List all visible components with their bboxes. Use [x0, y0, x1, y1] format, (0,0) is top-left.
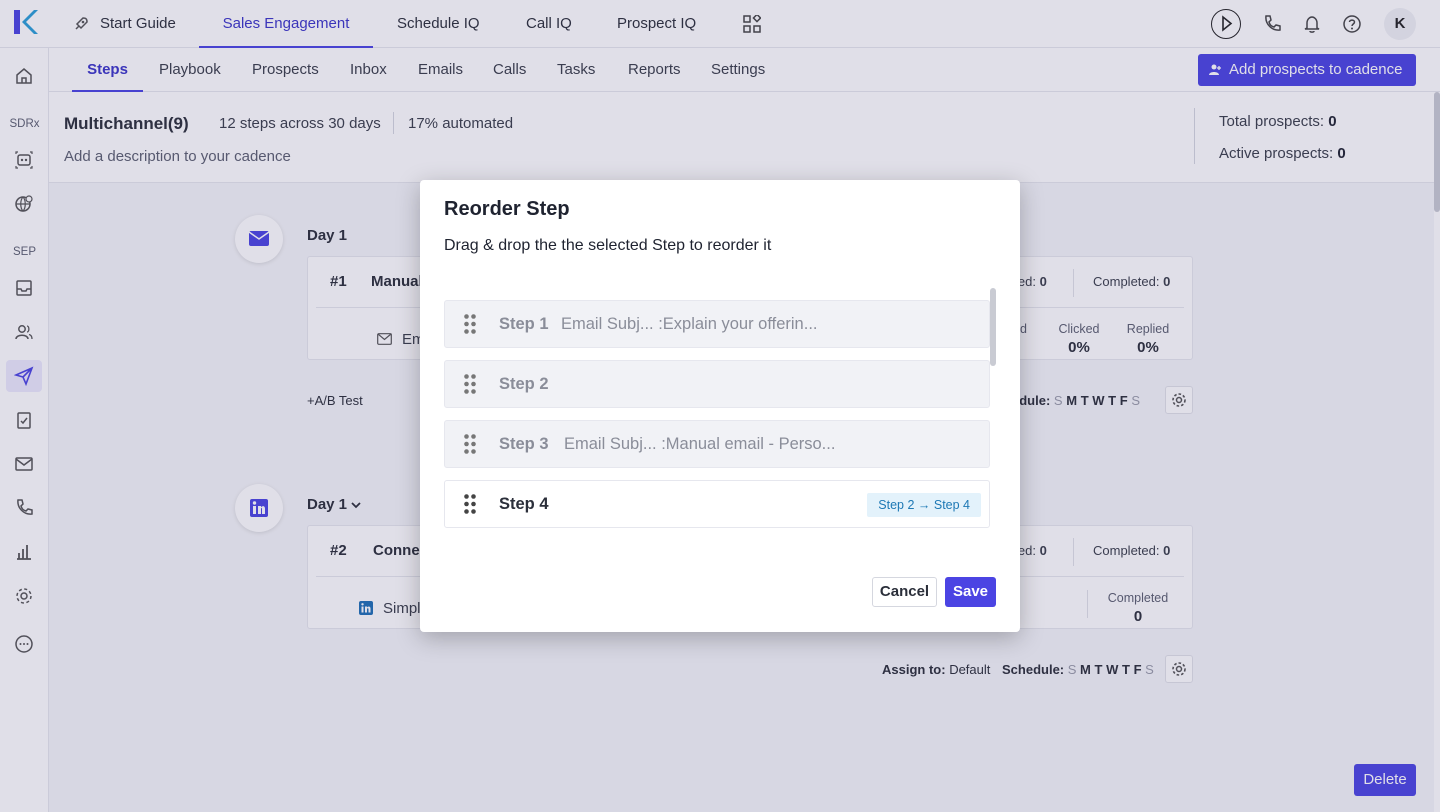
- step-name: Step 2: [499, 375, 549, 393]
- move-indicator-badge: Step 2 → Step 4: [867, 493, 981, 517]
- modal-title: Reorder Step: [444, 198, 570, 220]
- step-detail: Email Subj... :Manual email - Perso...: [564, 435, 836, 453]
- step-name: Step 4: [499, 495, 549, 513]
- drag-handle-icon[interactable]: [463, 433, 477, 455]
- drag-handle-icon[interactable]: [463, 313, 477, 335]
- step-list-scrollbar[interactable]: [990, 288, 996, 366]
- reorder-step-modal: Reorder Step Drag & drop the the selecte…: [420, 180, 1020, 632]
- reorder-step-item[interactable]: Step 3 Email Subj... :Manual email - Per…: [444, 420, 990, 468]
- step-name: Step 3: [499, 435, 549, 453]
- modal-subtitle: Drag & drop the the selected Step to reo…: [444, 237, 772, 254]
- drag-handle-icon[interactable]: [463, 493, 477, 515]
- reorder-step-item-selected[interactable]: Step 4 Step 2 → Step 4: [444, 480, 990, 528]
- step-name: Step 1: [499, 315, 549, 333]
- reorder-step-item[interactable]: Step 2: [444, 360, 990, 408]
- step-detail: Email Subj... :Explain your offerin...: [561, 315, 818, 333]
- drag-handle-icon[interactable]: [463, 373, 477, 395]
- reorder-step-list: Step 1 Email Subj... :Explain your offer…: [444, 288, 996, 538]
- save-button[interactable]: Save: [945, 577, 996, 607]
- cancel-button[interactable]: Cancel: [872, 577, 937, 607]
- reorder-step-item[interactable]: Step 1 Email Subj... :Explain your offer…: [444, 300, 990, 348]
